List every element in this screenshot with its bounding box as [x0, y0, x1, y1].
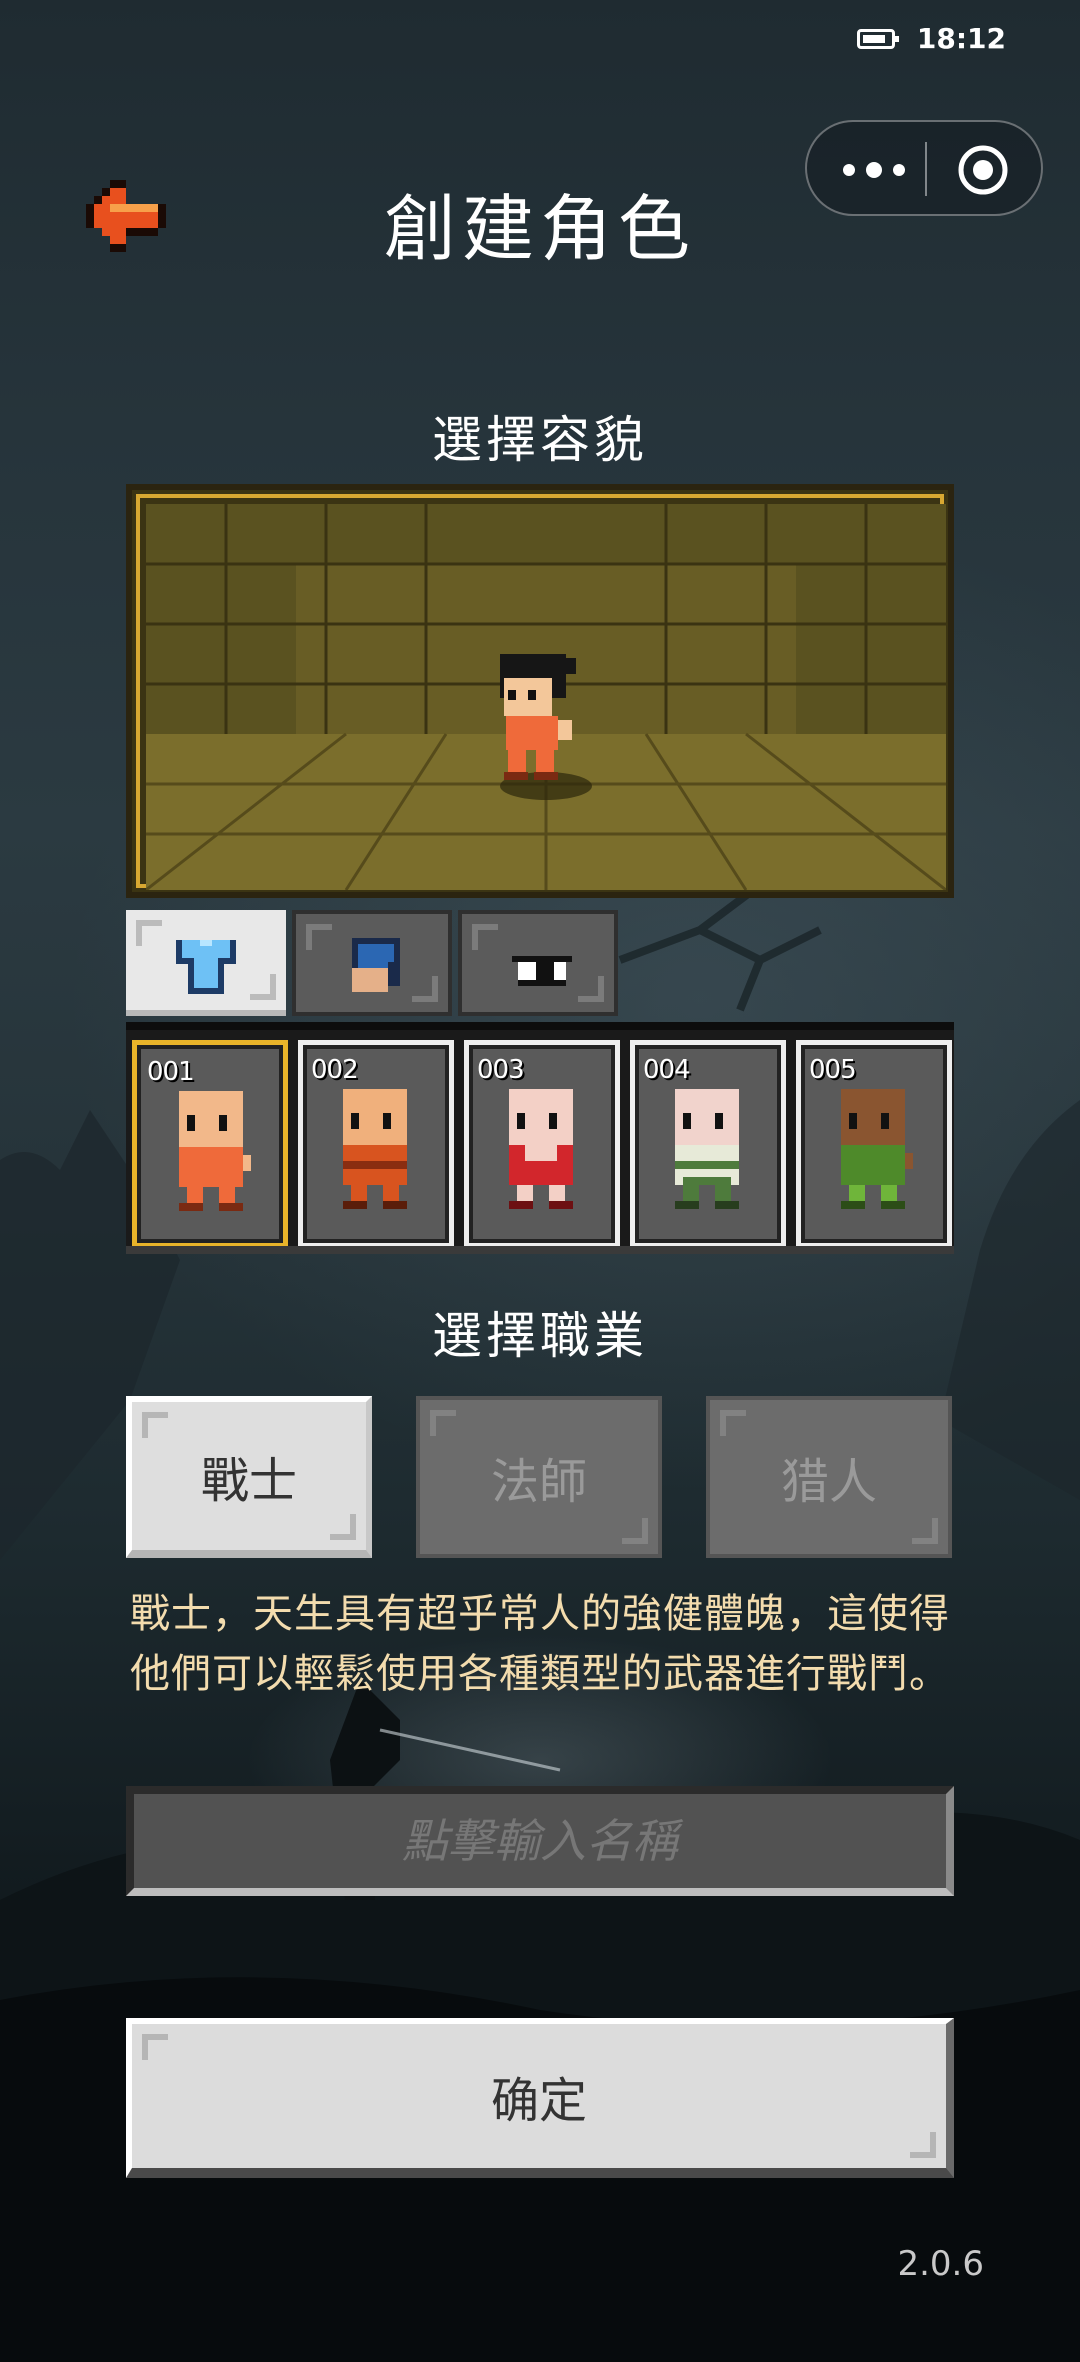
- status-time: 18:12: [916, 22, 1006, 55]
- class-label: 猎人: [780, 1454, 877, 1510]
- appearance-list: 001 002 003 004 005: [126, 1022, 954, 1254]
- class-description-line: 戰士，天生具有超乎常人的強健體魄，這使得: [130, 1591, 950, 1637]
- tab-hair[interactable]: [292, 910, 452, 1016]
- version-label: 2.0.6: [897, 2244, 984, 2284]
- class-description-line: 他們可以輕鬆使用各種類型的武器進行戰鬥。: [130, 1651, 950, 1697]
- appearance-number: 003: [477, 1055, 525, 1085]
- confirm-button[interactable]: 确定: [126, 2018, 954, 2178]
- appearance-number: 004: [643, 1055, 691, 1085]
- appearance-item-001[interactable]: 001: [132, 1040, 288, 1246]
- status-bar: 18:12: [856, 22, 1006, 55]
- bald-character-icon: [343, 1089, 407, 1209]
- shirt-icon: [176, 940, 236, 994]
- appearance-section-title: 選擇容貌: [432, 411, 648, 469]
- character-preview: [126, 484, 954, 898]
- appearance-number: 005: [809, 1055, 857, 1085]
- bald-character-icon: [509, 1089, 573, 1209]
- appearance-item-004[interactable]: 004: [630, 1040, 786, 1246]
- appearance-number: 002: [311, 1055, 359, 1085]
- character-name-input[interactable]: [126, 1786, 954, 1896]
- dungeon-scene: [146, 504, 946, 890]
- profession-section-title: 選擇職業: [432, 1307, 648, 1365]
- class-button-warrior[interactable]: 戰士: [126, 1396, 372, 1558]
- confirm-label: 确定: [490, 2073, 587, 2129]
- appearance-item-002[interactable]: 002: [298, 1040, 454, 1246]
- appearance-number: 001: [147, 1057, 195, 1087]
- class-description: 戰士，天生具有超乎常人的強健體魄，這使得 他們可以輕鬆使用各種類型的武器進行戰鬥…: [130, 1584, 960, 1704]
- class-button-mage[interactable]: 法師: [416, 1396, 662, 1558]
- bald-character-icon: [841, 1089, 913, 1209]
- bald-character-icon: [179, 1091, 251, 1211]
- appearance-item-003[interactable]: 003: [464, 1040, 620, 1246]
- class-label: 法師: [490, 1454, 587, 1510]
- bald-character-icon: [675, 1089, 739, 1209]
- tab-eyes[interactable]: [458, 910, 618, 1016]
- class-button-hunter[interactable]: 猎人: [706, 1396, 952, 1558]
- eye-icon: [512, 956, 572, 986]
- page-title: 創建角色: [383, 187, 696, 271]
- class-label: 戰士: [200, 1453, 297, 1509]
- hair-icon: [352, 938, 400, 992]
- appearance-item-005[interactable]: 005: [796, 1040, 952, 1246]
- battery-icon: [856, 28, 899, 49]
- tab-body[interactable]: [126, 910, 286, 1016]
